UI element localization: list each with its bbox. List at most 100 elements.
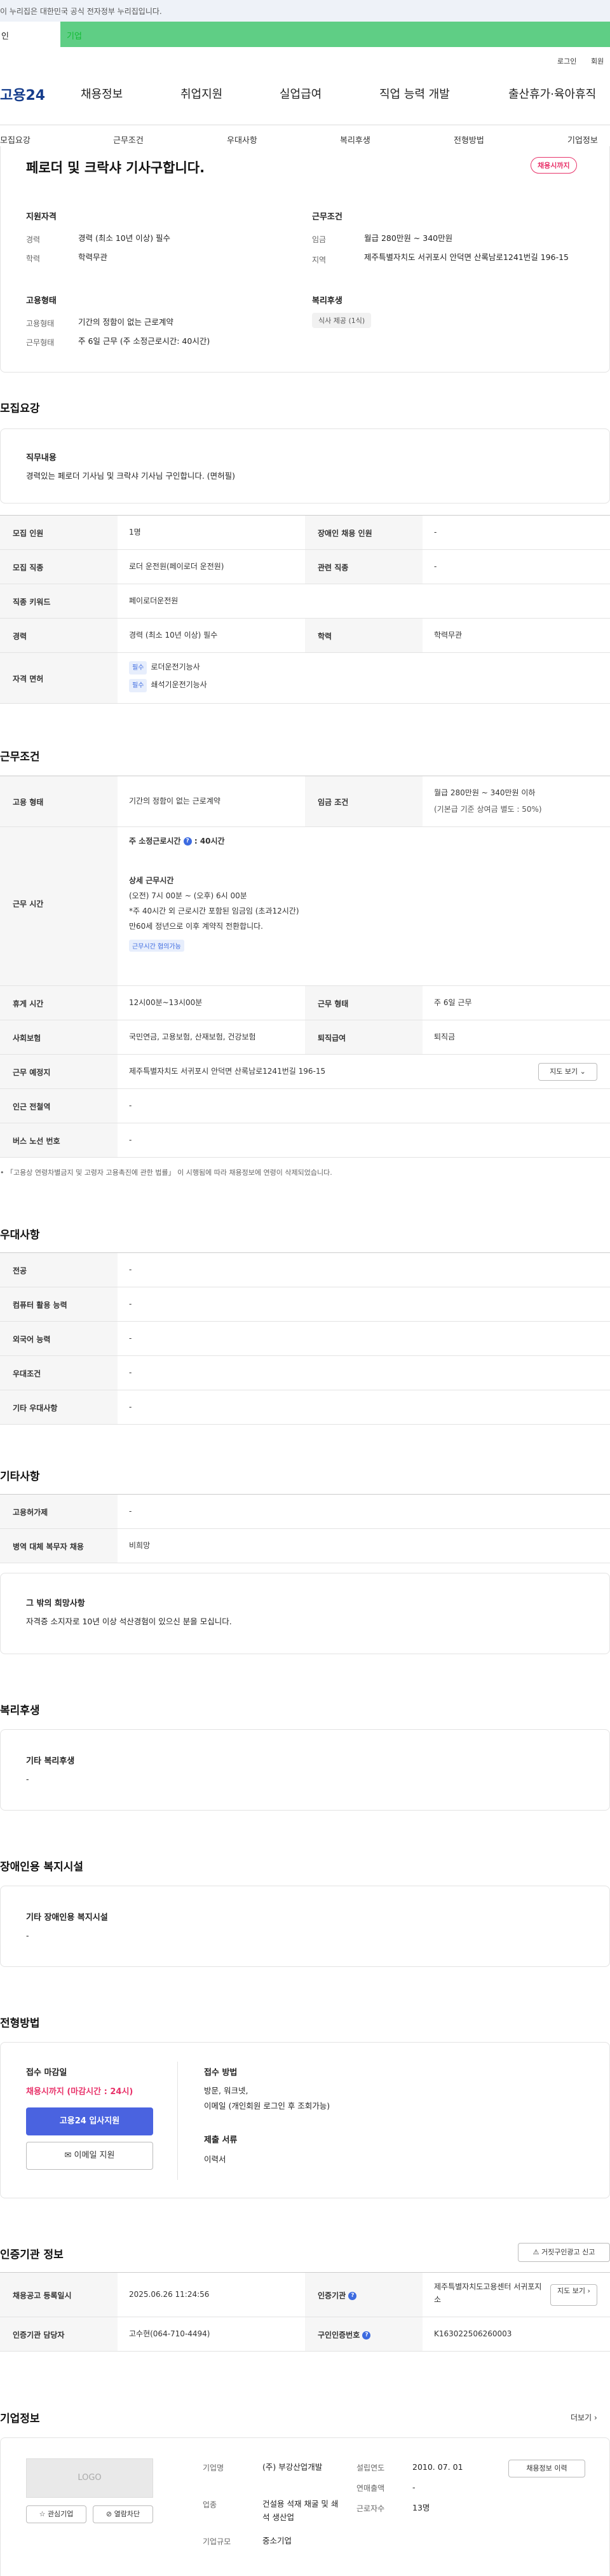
- duty-heading: 직무내용: [26, 453, 57, 463]
- member-link[interactable]: 회원: [591, 56, 604, 66]
- hours-negotiable-chip: 근무시간 협의가능: [129, 940, 184, 952]
- login-link[interactable]: 로그인: [557, 56, 576, 66]
- employment-heading: 고용형태: [26, 296, 57, 306]
- wage-value: 월급 280만원 ~ 340만원: [364, 233, 453, 243]
- preference-heading: 우대사항: [0, 1229, 40, 1242]
- tab-welfare[interactable]: 복리후생: [340, 134, 370, 146]
- industry-key: 업종: [203, 2500, 217, 2509]
- education-value: 학력무관: [78, 252, 108, 262]
- favorite-label: 관심기업: [47, 2510, 74, 2518]
- row-key: 외국어 능력: [13, 1335, 51, 1344]
- row-value: -: [129, 1265, 132, 1274]
- row-key: 학력: [318, 632, 332, 641]
- chevron-right-icon: ›: [593, 2413, 597, 2422]
- company-name-value: (주) 부강산업개발: [262, 2462, 323, 2472]
- table-row: 고용허가제 -: [0, 1495, 610, 1529]
- banner-tab-company[interactable]: 기업: [67, 29, 82, 41]
- row-value: 12시00분~13시00분: [129, 998, 203, 1007]
- extra-wishes-text: 자격증 소지자로 10년 이상 석산경험이 있으신 분을 모십니다.: [26, 1617, 232, 1626]
- info-icon[interactable]: ?: [348, 2292, 357, 2300]
- row-value: 1명: [129, 528, 141, 537]
- row-key: 모집 직종: [13, 563, 44, 572]
- info-icon[interactable]: ?: [362, 2331, 371, 2340]
- star-icon: ☆: [39, 2510, 46, 2518]
- wage-sub: (기본급 기준 상여금 별도 : 50%): [434, 805, 542, 814]
- table-row: 근무 예정지 제주특별자치도 서귀포시 안덕면 산록남로1241번길 196-1…: [0, 1055, 610, 1089]
- row-key: 임금 조건: [318, 798, 349, 807]
- row-value: 2025.06.26 11:24:56: [129, 2290, 210, 2299]
- row-value: K163022506260003: [434, 2329, 512, 2338]
- tab-preference[interactable]: 우대사항: [227, 134, 257, 146]
- row-key: 모집 인원: [13, 529, 44, 538]
- gnb-employment-support[interactable]: 취업지원: [180, 85, 222, 102]
- chevron-down-icon: ⌄: [580, 1067, 586, 1076]
- table-row: 모집 직종 로더 운전원(페이로더 운전원) 관련 직종 -: [0, 550, 610, 584]
- welfare-box-value: -: [26, 1774, 29, 1784]
- row-value: 제주특별자치도 서귀포시 안덕면 산록남로1241번길 196-15: [129, 1067, 326, 1076]
- tab-company[interactable]: 기업정보: [567, 134, 598, 146]
- hours-line: (오전) 7시 00분 ~ (오후) 6시 00분: [129, 891, 247, 900]
- company-more-link[interactable]: 더보기 ›: [571, 2412, 597, 2423]
- cert-map-label: 지도 보기: [557, 2287, 586, 2295]
- help-icon[interactable]: ?: [183, 837, 192, 846]
- gnb-jobs[interactable]: 채용정보: [81, 85, 123, 102]
- row-key: 관련 직종: [318, 563, 349, 572]
- welfare-chip: 식사 제공 (1식): [312, 313, 372, 328]
- gnb-leave[interactable]: 출산휴가·육아휴직: [508, 85, 596, 102]
- row-value: -: [129, 1334, 132, 1343]
- recruit-history-button[interactable]: 채용정보 이력: [508, 2460, 585, 2477]
- row-value: -: [129, 1101, 132, 1110]
- row-value: 경력 (최소 10년 이상) 필수: [129, 631, 218, 640]
- recruit-table: 모집 인원 1명 장애인 채용 인원 - 모집 직종 로더 운전원(페이로더 운…: [0, 515, 610, 704]
- wage-key: 임금: [312, 235, 327, 244]
- sales-value: -: [412, 2483, 416, 2492]
- row-key: 기타 우대사항: [13, 1404, 58, 1413]
- method-line: 이메일 (개인회원 로그인 후 조회가능): [204, 2101, 330, 2111]
- hours-line: 만60세 정년으로 이후 계약직 전환합니다.: [129, 922, 263, 931]
- site-logo[interactable]: 고용24: [0, 84, 45, 104]
- table-row: 컴퓨터 활용 능력 -: [0, 1287, 610, 1322]
- row-key: 인근 전철역: [13, 1102, 51, 1111]
- table-row: 근무 시간 주 소정근로시간 ? : 40시간 상세 근무시간 (오전) 7시 …: [0, 827, 610, 986]
- row-value: 페이로더운전원: [129, 596, 179, 605]
- email-apply-label: 이메일 지원: [74, 2151, 115, 2160]
- staff-key: 근로자수: [356, 2504, 385, 2513]
- report-fake-ad-button[interactable]: ⚠ 거짓구인광고 신고: [518, 2243, 610, 2262]
- footnote-text: 「고용상 연령차별금지 및 고령자 고용촉진에 관한 법률」 이 시행됨에 따라…: [6, 1168, 332, 1177]
- tab-selection[interactable]: 전형방법: [454, 134, 484, 146]
- row-value: 고수현(064-710-4494): [129, 2329, 210, 2338]
- company-card: LOGO ☆ 관심기업 ⊘ 열람차단 기업명 (주) 부강산업개발 업종 건설용…: [0, 2437, 610, 2576]
- other-heading: 기타사항: [0, 1470, 40, 1483]
- tab-work-conditions[interactable]: 근무조건: [113, 134, 144, 146]
- apply-button[interactable]: 고용24 입사지원: [26, 2107, 153, 2135]
- email-apply-button[interactable]: ✉ 이메일 지원: [26, 2142, 153, 2170]
- row-value: 비희망: [129, 1541, 151, 1550]
- row-value: -: [129, 1507, 132, 1516]
- row-value: 월급 280만원 ~ 340만원 이하: [434, 788, 536, 797]
- map-view-button[interactable]: 지도 보기 ⌄: [538, 1063, 597, 1081]
- tab-recruit[interactable]: 모집요강: [0, 134, 30, 146]
- gnb-unemployment-benefit[interactable]: 실업급여: [280, 85, 322, 102]
- selection-heading: 전형방법: [0, 2017, 40, 2030]
- table-row: 직종 키워드 페이로더운전원: [0, 584, 610, 619]
- cert-map-button[interactable]: 지도 보기 ›: [550, 2284, 597, 2306]
- work-table: 고용 형태 기간의 정함이 없는 근로계약 임금 조건 월급 280만원 ~ 3…: [0, 776, 610, 1170]
- favorite-company-button[interactable]: ☆ 관심기업: [26, 2505, 86, 2523]
- preference-table: 전공 - 컴퓨터 활용 능력 - 외국어 능력 - 우대조건 - 기타 우대사항 -: [0, 1252, 610, 1425]
- row-key: 컴퓨터 활용 능력: [13, 1301, 67, 1310]
- disability-box-value: -: [26, 1931, 29, 1940]
- report-label: 거짓구인광고 신고: [541, 2248, 595, 2256]
- row-value: -: [129, 1368, 132, 1377]
- row-key: 병역 대체 복무자 채용: [13, 1542, 84, 1551]
- block-view-button[interactable]: ⊘ 열람차단: [93, 2505, 153, 2523]
- disability-card: 기타 장애인용 복지시설 -: [0, 1886, 610, 1967]
- staff-value: 13명: [412, 2503, 430, 2512]
- row-key: 근무 예정지: [13, 1068, 51, 1077]
- table-row: 고용 형태 기간의 정함이 없는 근로계약 임금 조건 월급 280만원 ~ 3…: [0, 776, 610, 827]
- gnb-training[interactable]: 직업 능력 개발: [379, 85, 450, 102]
- table-row: 기타 우대사항 -: [0, 1390, 610, 1425]
- documents-heading: 제출 서류: [204, 2135, 238, 2145]
- required-tag: 필수: [129, 661, 147, 675]
- row-key: 인증기관 담당자: [13, 2331, 65, 2340]
- deadline-heading: 접수 마감일: [26, 2068, 67, 2078]
